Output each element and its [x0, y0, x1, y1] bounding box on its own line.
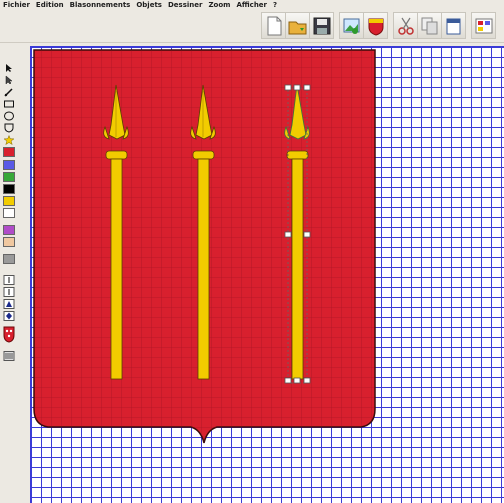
layers-tool[interactable] — [3, 346, 15, 361]
swatch-grey[interactable] — [3, 254, 15, 264]
shield-shape-tool[interactable] — [3, 118, 15, 133]
blazon-tool[interactable] — [3, 325, 15, 343]
pen-tool[interactable] — [3, 82, 15, 97]
paste-icon — [446, 18, 461, 35]
star-icon — [3, 134, 15, 146]
bring-forward-tool[interactable] — [3, 270, 15, 285]
menu-zoom[interactable]: Zoom — [205, 0, 233, 10]
up-triangle-tool[interactable] — [3, 294, 15, 309]
color-button[interactable] — [471, 12, 496, 39]
menu-blasonnements[interactable]: Blasonnements — [67, 0, 134, 10]
menu-bar: Fichier Edition Blasonnements Objets Des… — [0, 0, 504, 10]
ellipse-tool[interactable] — [3, 106, 15, 121]
diamond-tool[interactable] — [3, 306, 15, 321]
open-button[interactable] — [285, 12, 310, 39]
send-backward-tool[interactable] — [3, 282, 15, 297]
drawing-canvas[interactable] — [30, 46, 504, 503]
rectangle-tool[interactable] — [3, 94, 15, 108]
swatch-or[interactable] — [3, 196, 15, 206]
export-image-button[interactable] — [339, 12, 364, 39]
shield-drawing — [33, 49, 376, 444]
export-image-icon — [343, 18, 360, 34]
star-tool[interactable] — [3, 130, 15, 146]
menu-fichier[interactable]: Fichier — [0, 0, 33, 10]
shield-icon — [368, 18, 384, 36]
toolbar — [0, 10, 504, 43]
menu-objets[interactable]: Objets — [133, 0, 165, 10]
save-button[interactable] — [309, 12, 334, 39]
shield-button[interactable] — [363, 12, 388, 39]
swatch-gules[interactable] — [3, 147, 15, 157]
open-folder-icon — [288, 21, 307, 35]
swatch-purpure[interactable] — [3, 225, 15, 235]
copy-icon — [421, 17, 438, 35]
menu-afficher[interactable]: Afficher — [233, 0, 270, 10]
menu-edition[interactable]: Edition — [33, 0, 67, 10]
palette-icon — [475, 18, 493, 34]
cut-button[interactable] — [393, 12, 418, 39]
copy-button[interactable] — [417, 12, 442, 39]
layers-icon — [3, 351, 15, 361]
new-file-icon — [267, 16, 282, 36]
tool-palette — [3, 44, 16, 364]
save-disk-icon — [313, 17, 331, 35]
swatch-sable[interactable] — [3, 184, 15, 194]
new-file-button[interactable] — [261, 12, 286, 39]
swatch-vert[interactable] — [3, 172, 15, 182]
swatch-carnation[interactable] — [3, 237, 15, 247]
direct-select-tool[interactable] — [3, 70, 15, 85]
blazon-shield-icon — [3, 326, 15, 343]
menu-dessiner[interactable]: Dessiner — [165, 0, 205, 10]
select-tool[interactable] — [3, 58, 15, 72]
menu-help[interactable]: ? — [270, 0, 280, 10]
cut-scissors-icon — [398, 17, 414, 35]
paste-button[interactable] — [441, 12, 466, 39]
swatch-azure[interactable] — [3, 160, 15, 170]
swatch-argent[interactable] — [3, 208, 15, 218]
diamond-icon — [3, 311, 15, 321]
